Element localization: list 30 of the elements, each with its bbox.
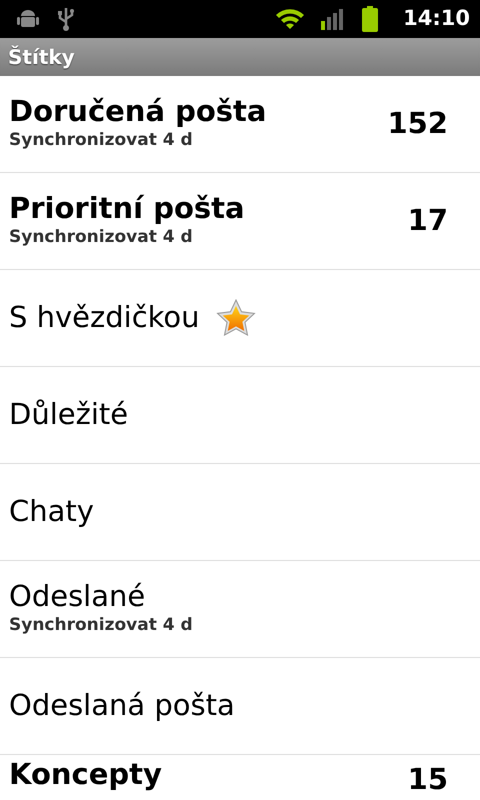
signal-icon <box>321 8 346 30</box>
label-name: S hvězdičkou <box>9 301 200 335</box>
sync-info: Synchronizovat 4 d <box>9 226 194 249</box>
label-row[interactable]: Doručená pošta Synchronizovat 4 d 152 <box>0 76 480 173</box>
label-name: Odeslané <box>9 580 146 613</box>
label-row[interactable]: Koncepty 15 <box>0 755 480 800</box>
label-row[interactable]: Chaty <box>0 464 480 561</box>
status-time: 14:10 <box>403 5 470 32</box>
label-row[interactable]: Odeslaná pošta <box>0 658 480 755</box>
battery-icon <box>361 6 380 32</box>
label-row[interactable]: Odeslané Synchronizovat 4 d <box>0 561 480 658</box>
screen-title: Štítky <box>8 44 75 71</box>
label-name: Chaty <box>9 495 94 529</box>
label-row[interactable]: S hvězdičkou <box>0 270 480 367</box>
star-icon[interactable] <box>216 299 256 337</box>
label-name: Prioritní pošta <box>9 192 245 225</box>
label-name: Koncepty <box>9 758 162 792</box>
usb-icon <box>56 6 76 32</box>
wifi-icon <box>275 7 306 31</box>
sync-info: Synchronizovat 4 d <box>9 128 194 152</box>
sync-info: Synchronizovat 4 d <box>9 614 194 637</box>
label-row[interactable]: Prioritní pošta Synchronizovat 4 d 17 <box>0 173 480 270</box>
label-row[interactable]: Důležité <box>0 367 480 464</box>
android-icon <box>16 8 40 30</box>
unread-count: 17 <box>408 202 448 240</box>
label-name: Odeslaná pošta <box>9 689 235 723</box>
label-name: Doručená pošta <box>9 94 266 128</box>
label-name: Důležité <box>9 398 128 432</box>
unread-count: 15 <box>408 761 448 798</box>
unread-count: 152 <box>387 105 448 142</box>
